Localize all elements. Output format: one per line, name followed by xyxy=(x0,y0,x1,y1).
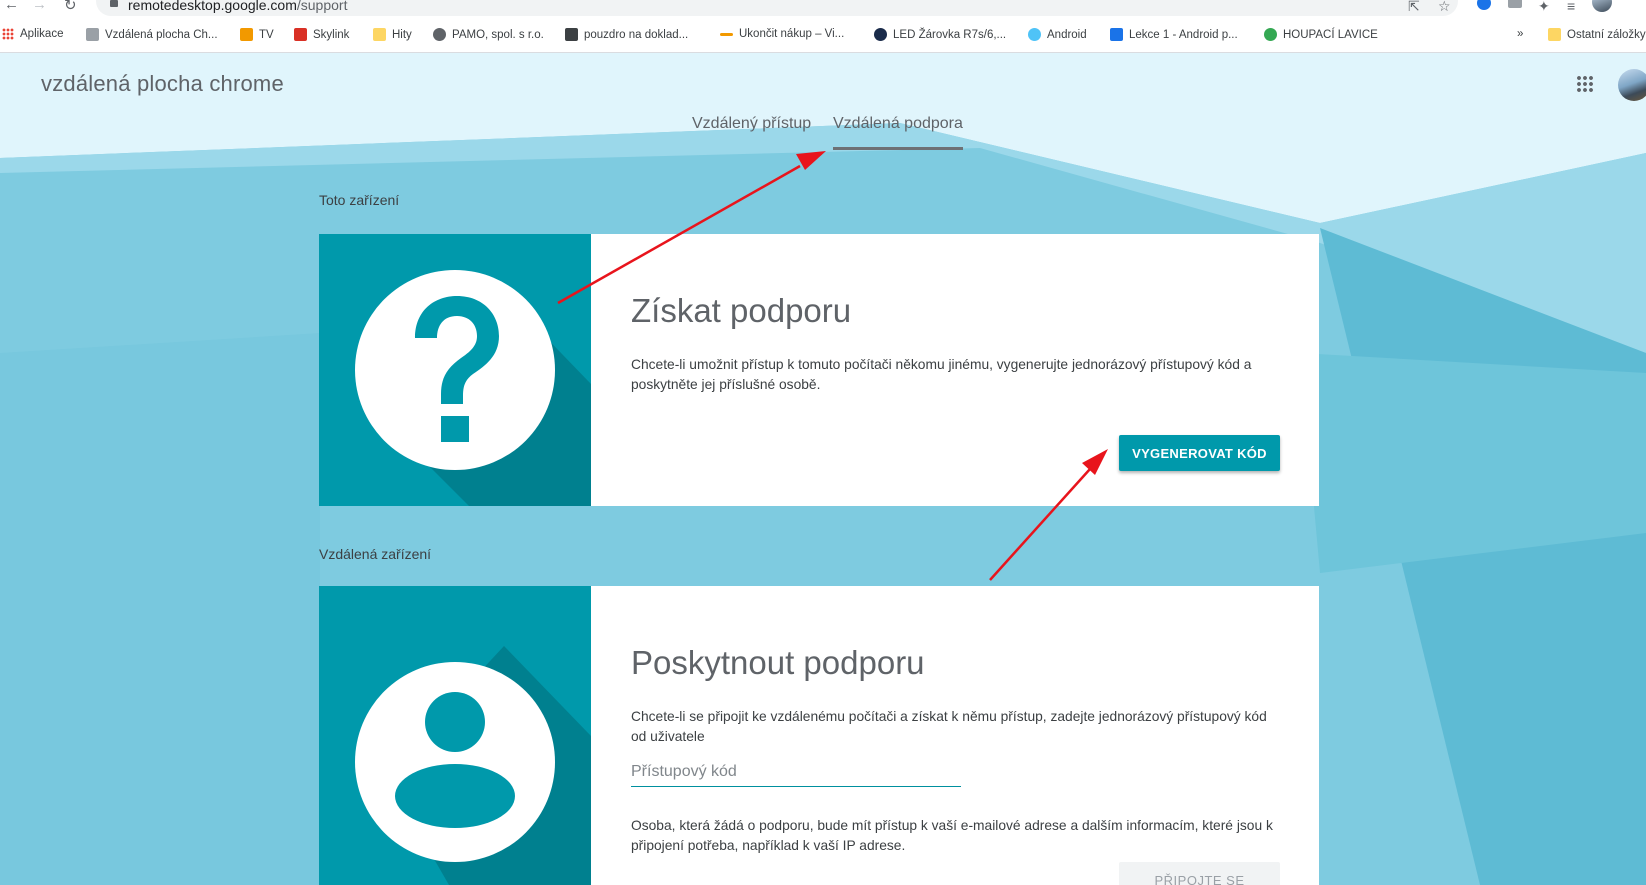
tab-remote-access[interactable]: Vzdálený přístup xyxy=(692,115,811,147)
dash-favicon-icon xyxy=(720,32,733,36)
folder-icon xyxy=(373,28,386,41)
s-favicon-icon xyxy=(874,28,887,41)
person-icon xyxy=(319,586,591,885)
profile-avatar[interactable] xyxy=(1592,0,1612,12)
address-bar-url[interactable]: remotedesktop.google.com/support xyxy=(128,0,347,13)
globe-favicon-icon xyxy=(433,28,446,41)
bookmark-item[interactable]: Vzdálená plocha Ch... xyxy=(86,28,218,41)
apps-grid-icon xyxy=(2,28,14,40)
laptop-favicon-icon xyxy=(1110,28,1123,41)
back-arrow-icon[interactable]: ← xyxy=(4,0,19,13)
bookmark-item[interactable]: TV xyxy=(240,28,274,41)
leaf-favicon-icon xyxy=(1264,28,1277,41)
forward-arrow-icon[interactable]: → xyxy=(32,0,47,13)
folder-icon xyxy=(1548,28,1561,41)
bookmark-item[interactable]: Android xyxy=(1028,28,1087,41)
get-support-description: Chcete-li umožnit přístup k tomuto počít… xyxy=(631,357,1252,392)
get-support-title: Získat podporu xyxy=(631,292,852,329)
google-apps-grid-icon[interactable] xyxy=(1576,75,1594,93)
privacy-notice: Osoba, která žádá o podporu, bude mít př… xyxy=(631,818,1273,853)
remote-desktop-page: vzdálená plocha chrome Vzdálený přístup … xyxy=(0,53,1646,885)
other-bookmarks-folder[interactable]: Ostatní záložky xyxy=(1548,28,1646,41)
connect-button[interactable]: PŘIPOJTE SE xyxy=(1119,862,1280,885)
bookmark-item[interactable]: PAMO, spol. s r.o. xyxy=(433,28,544,41)
puzzle-extensions-icon[interactable]: ✦ xyxy=(1538,0,1550,15)
give-support-description: Chcete-li se připojit ke vzdálenému počí… xyxy=(631,709,1267,744)
bookmark-item[interactable]: LED Žárovka R7s/6,... xyxy=(874,28,1006,41)
remote-desktop-extension-icon[interactable] xyxy=(1508,0,1522,8)
reading-list-icon[interactable]: ≡ xyxy=(1567,0,1575,14)
section-label-remote-devices: Vzdálená zařízení xyxy=(319,546,432,562)
bookmark-item[interactable]: Ukončit nákup – Vi... xyxy=(720,28,844,40)
bookmark-item[interactable]: HOUPACÍ LAVICE xyxy=(1264,28,1378,41)
reload-icon[interactable]: ↻ xyxy=(64,0,77,14)
z-favicon-icon xyxy=(565,28,578,41)
account-avatar[interactable] xyxy=(1618,69,1646,101)
get-support-card: Získat podporu Chcete-li umožnit přístup… xyxy=(319,234,1319,506)
tab-remote-support[interactable]: Vzdálená podpora xyxy=(833,115,963,150)
give-support-card: Poskytnout podporu Chcete-li se připojit… xyxy=(319,586,1319,885)
generate-code-button[interactable]: VYGENEROVAT KÓD xyxy=(1119,435,1280,471)
skylink-favicon-icon xyxy=(294,28,307,41)
tv-favicon-icon xyxy=(240,28,253,41)
bookmark-star-icon[interactable]: ☆ xyxy=(1438,0,1451,15)
share-icon[interactable]: ⇱ xyxy=(1408,0,1420,15)
bookmark-apps[interactable]: Aplikace xyxy=(2,28,63,40)
bookmark-item[interactable]: pouzdro na doklad... xyxy=(565,28,688,41)
android-favicon-icon xyxy=(1028,28,1041,41)
bookmark-item[interactable]: Skylink xyxy=(294,28,349,41)
bookmarks-bar: Aplikace Vzdálená plocha Ch... TV Skylin… xyxy=(0,20,1646,53)
access-code-input[interactable] xyxy=(631,758,961,787)
app-title: vzdálená plocha chrome xyxy=(41,71,284,96)
give-support-title: Poskytnout podporu xyxy=(631,644,925,681)
extension-icon[interactable] xyxy=(1477,0,1491,10)
question-mark-icon xyxy=(319,234,591,506)
browser-toolbar: ← → ↻ remotedesktop.google.com/support ⇱… xyxy=(0,0,1646,20)
section-label-this-device: Toto zařízení xyxy=(319,192,400,208)
lock-icon xyxy=(110,0,118,7)
bookmark-item[interactable]: Lekce 1 - Android p... xyxy=(1110,28,1238,41)
bookmark-item[interactable]: Hity xyxy=(373,28,412,41)
remote-desktop-favicon-icon xyxy=(86,28,99,41)
bookmarks-more-button[interactable]: » xyxy=(1517,28,1523,40)
